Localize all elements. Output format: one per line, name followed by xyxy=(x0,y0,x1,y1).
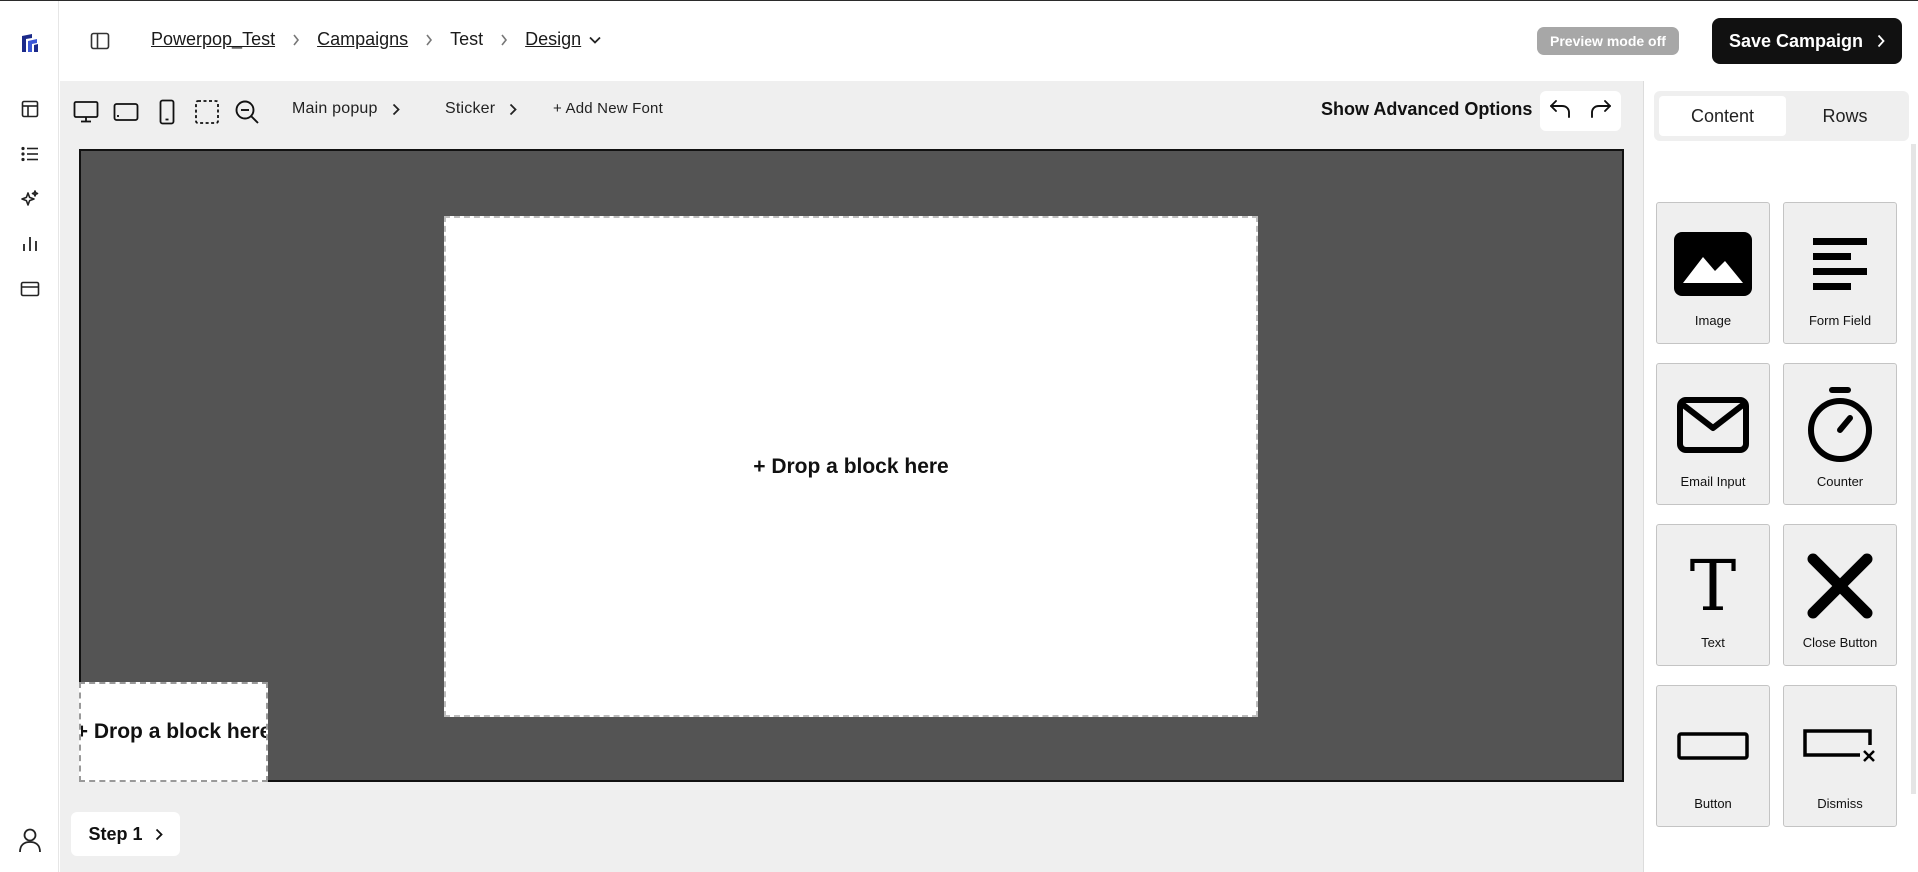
undo-icon[interactable] xyxy=(1548,98,1572,125)
step-selector[interactable]: Step 1 xyxy=(71,812,180,856)
zoom-out-icon[interactable] xyxy=(232,97,262,127)
chevron-right-icon xyxy=(425,34,433,46)
block-label: Image xyxy=(1694,313,1732,328)
add-new-font-button[interactable]: + Add New Font xyxy=(553,100,663,117)
step-label: Step 1 xyxy=(88,823,143,844)
mobile-view-icon[interactable] xyxy=(152,97,182,127)
block-close-button[interactable]: Close Button xyxy=(1783,524,1897,666)
text-icon: T xyxy=(1689,545,1737,627)
chevron-right-icon xyxy=(500,34,508,46)
breadcrumb-stage-select[interactable]: Design xyxy=(525,29,581,50)
sticker-label: Sticker xyxy=(445,100,496,117)
block-label: Text xyxy=(1701,635,1725,650)
list-icon[interactable] xyxy=(17,141,43,167)
chevron-right-icon xyxy=(392,103,400,115)
block-label: Email Input xyxy=(1680,474,1746,489)
tab-main-popup[interactable]: Main popup xyxy=(292,100,400,118)
close-icon xyxy=(1784,547,1896,625)
image-icon xyxy=(1657,225,1769,303)
left-rail xyxy=(0,1,59,872)
tab-sticker[interactable]: Sticker xyxy=(445,100,518,118)
save-campaign-label: Save Campaign xyxy=(1728,30,1864,51)
sticker-drop-zone[interactable]: + Drop a block here xyxy=(79,682,268,782)
breadcrumb-campaign: Test xyxy=(450,29,484,49)
logo-icon[interactable] xyxy=(17,30,43,56)
chevron-right-icon xyxy=(155,828,163,840)
save-campaign-button[interactable]: Save Campaign xyxy=(1712,18,1902,64)
block-label: Counter xyxy=(1816,474,1864,489)
button-icon xyxy=(1657,708,1769,786)
panel-scrollbar[interactable] xyxy=(1911,144,1916,794)
block-dismiss[interactable]: Dismiss xyxy=(1783,685,1897,827)
chevron-right-icon xyxy=(510,103,518,115)
block-label: Button xyxy=(1694,796,1732,811)
main-popup-label: Main popup xyxy=(292,100,378,117)
block-counter[interactable]: Counter xyxy=(1783,363,1897,505)
breadcrumb: Powerpop_Test Campaigns Test Design xyxy=(151,29,601,50)
preview-mode-badge[interactable]: Preview mode off xyxy=(1537,27,1679,55)
redo-icon[interactable] xyxy=(1589,98,1613,125)
block-form-field[interactable]: Form Field xyxy=(1783,202,1897,344)
bar-chart-icon[interactable] xyxy=(17,231,43,257)
timer-icon xyxy=(1784,386,1896,464)
dismiss-icon xyxy=(1784,708,1896,786)
block-label: Form Field xyxy=(1808,313,1872,328)
tab-content[interactable]: Content xyxy=(1659,96,1786,136)
panel-tabs: Content Rows xyxy=(1654,91,1909,141)
tablet-landscape-icon[interactable] xyxy=(111,97,141,127)
block-label: Dismiss xyxy=(1817,796,1863,811)
breadcrumb-workspace[interactable]: Powerpop_Test xyxy=(151,29,275,50)
breadcrumb-campaigns[interactable]: Campaigns xyxy=(317,29,408,50)
sidebar-toggle-icon[interactable] xyxy=(90,31,112,53)
tab-rows[interactable]: Rows xyxy=(1786,96,1904,136)
block-label: Close Button xyxy=(1802,635,1878,650)
sparkles-icon[interactable] xyxy=(17,186,43,212)
user-icon[interactable] xyxy=(17,827,43,853)
main-popup-drop-zone[interactable]: + Drop a block here xyxy=(444,216,1258,717)
top-header: Powerpop_Test Campaigns Test Design Prev… xyxy=(60,1,1918,81)
undo-redo-group xyxy=(1540,91,1621,131)
card-icon[interactable] xyxy=(17,276,43,302)
chevron-down-icon[interactable] xyxy=(589,36,601,44)
block-button[interactable]: Button xyxy=(1656,685,1770,827)
chevron-right-icon xyxy=(292,34,300,46)
show-advanced-options-toggle[interactable]: Show Advanced Options xyxy=(1321,99,1532,120)
email-icon xyxy=(1657,386,1769,464)
block-text[interactable]: T Text xyxy=(1656,524,1770,666)
layout-icon[interactable] xyxy=(17,96,43,122)
block-email-input[interactable]: Email Input xyxy=(1656,363,1770,505)
form-field-icon xyxy=(1784,225,1896,303)
desktop-view-icon[interactable] xyxy=(71,97,101,127)
blocks-panel: Content Rows Image Form Field Email Inpu… xyxy=(1643,81,1918,872)
block-image[interactable]: Image xyxy=(1656,202,1770,344)
select-area-icon[interactable] xyxy=(192,97,222,127)
chevron-right-icon xyxy=(1877,34,1885,48)
